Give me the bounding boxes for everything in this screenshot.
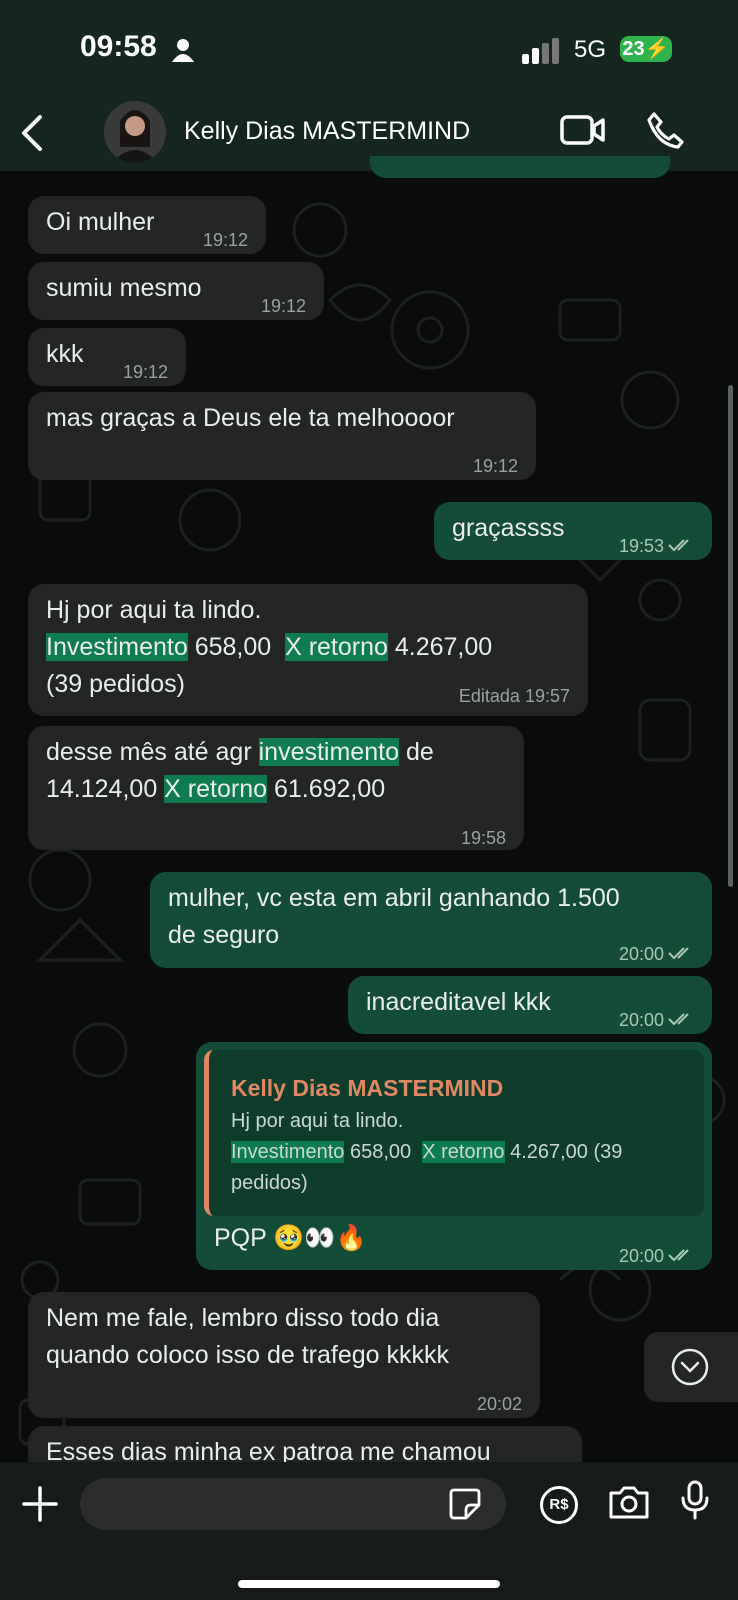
message-time: 19:12	[202, 230, 248, 250]
highlight-retorno: X retorno	[285, 633, 388, 661]
highlight-investimento: Investimento	[46, 633, 188, 661]
status-bar: 09:58 5G 23⚡	[0, 0, 738, 95]
message-time: 19:58	[460, 828, 506, 848]
message-text: Oi mulher	[46, 208, 155, 236]
message-time: 20:00	[619, 936, 694, 973]
message-bubble-incoming[interactable]: Oi mulher 19:12	[28, 196, 266, 254]
message-text: inacreditavel kkk	[366, 988, 551, 1016]
message-time: 19:12	[472, 456, 518, 476]
message-input[interactable]	[80, 1478, 506, 1530]
quoted-message[interactable]: Kelly Dias MASTERMIND Hj por aqui ta lin…	[204, 1050, 704, 1216]
contact-name[interactable]: Kelly Dias MASTERMIND	[184, 117, 470, 146]
message-time: 19:53	[619, 528, 694, 565]
double-check-icon	[668, 947, 689, 960]
network-type: 5G	[574, 36, 607, 63]
message-time: Editada 19:57	[459, 678, 570, 715]
message-text: PQP 🥹👀🔥	[214, 1224, 367, 1252]
double-check-icon	[668, 1249, 689, 1262]
message-bubble-outgoing-reply[interactable]: Kelly Dias MASTERMIND Hj por aqui ta lin…	[196, 1042, 712, 1270]
chevron-down-icon	[671, 1348, 709, 1386]
highlight-investimento: investimento	[258, 738, 399, 766]
battery-indicator: 23⚡	[620, 36, 672, 62]
message-line: Nem me fale, lembro disso todo dia	[46, 1304, 440, 1332]
message-text: kkk	[46, 340, 84, 368]
partial-outgoing-bubble	[370, 156, 670, 178]
battery-level: 23	[622, 38, 645, 60]
message-line: quando coloco isso de trafego kkkkk	[46, 1341, 450, 1369]
message-line: de seguro	[168, 921, 280, 949]
message-text: graçassss	[452, 514, 565, 542]
amount: 658,00	[194, 633, 272, 661]
scroll-to-bottom-button[interactable]	[644, 1332, 738, 1402]
message-bubble-incoming[interactable]: kkk 19:12	[28, 328, 186, 386]
message-time: 19:12	[122, 362, 168, 382]
message-time: 20:00	[619, 1238, 694, 1275]
message-time: 20:00	[619, 1002, 694, 1039]
message-bubble-outgoing[interactable]: mulher, vc esta em abril ganhando 1.500 …	[150, 872, 712, 968]
plus-icon[interactable]	[22, 1486, 58, 1522]
message-text: mas graças a Deus ele ta melhoooor	[46, 404, 455, 432]
message-time-value: 19:57	[524, 686, 570, 706]
highlight-investimento: Investimento	[231, 1141, 345, 1163]
message-line: mulher, vc esta em abril ganhando 1.500	[168, 884, 620, 912]
message-bubble-incoming[interactable]: Nem me fale, lembro disso todo dia quand…	[28, 1292, 540, 1418]
message-time-value: 20:00	[618, 1246, 664, 1266]
amount: 14.124,00	[46, 775, 158, 803]
message-line: Investimento 658,00 X retorno 4.267,00	[46, 629, 492, 666]
home-indicator	[238, 1580, 500, 1588]
message-time: 19:12	[260, 296, 306, 316]
message-line: Hj por aqui ta lindo.	[46, 596, 262, 624]
phone-call-icon[interactable]	[646, 111, 684, 149]
message-time: 20:02	[476, 1394, 522, 1414]
double-check-icon	[668, 1013, 689, 1026]
message-bubble-incoming[interactable]: Hj por aqui ta lindo. Investimento 658,0…	[28, 584, 588, 716]
message-line: (39 pedidos)	[46, 670, 185, 698]
message-line: 14.124,00 X retorno 61.692,00	[46, 771, 434, 808]
double-check-icon	[668, 539, 689, 552]
message-bubble-incoming[interactable]: sumiu mesmo 19:12	[28, 262, 324, 320]
message-text: sumiu mesmo	[46, 274, 202, 302]
edited-label: Editada	[458, 686, 520, 706]
signal-icon	[522, 38, 559, 64]
message-time-value: 20:00	[618, 944, 664, 964]
video-call-icon[interactable]	[560, 113, 606, 147]
amount: 61.692,00	[273, 775, 386, 803]
message-bubble-outgoing[interactable]: graçassss 19:53	[434, 502, 712, 560]
message-bubble-incoming[interactable]: desse mês até agr investimento de 14.124…	[28, 726, 524, 850]
microphone-icon[interactable]	[680, 1480, 710, 1520]
quoted-text: Hj por aqui ta lindo. Investimento 658,0…	[231, 1110, 623, 1194]
clock: 09:58	[80, 30, 157, 63]
scroll-indicator[interactable]	[728, 385, 733, 887]
message-time-value: 20:00	[618, 1010, 664, 1030]
sticker-icon[interactable]	[448, 1487, 482, 1521]
message-line: desse mês até agr investimento de	[46, 738, 434, 766]
highlight-retorno: X retorno	[164, 775, 268, 803]
message-time-value: 19:53	[618, 536, 664, 556]
amount: 4.267,00	[394, 633, 493, 661]
camera-icon[interactable]	[608, 1484, 650, 1520]
payment-icon[interactable]: R$	[540, 1486, 578, 1524]
contact-avatar[interactable]	[104, 101, 166, 163]
message-bubble-outgoing[interactable]: inacreditavel kkk 20:00	[348, 976, 712, 1034]
message-bubble-incoming[interactable]: mas graças a Deus ele ta melhoooor 19:12	[28, 392, 536, 480]
composer-bar: R$	[0, 1462, 738, 1600]
quoted-sender: Kelly Dias MASTERMIND	[231, 1075, 504, 1101]
person-icon	[172, 39, 194, 62]
back-arrow-icon[interactable]	[20, 115, 46, 151]
highlight-retorno: X retorno	[422, 1141, 505, 1163]
